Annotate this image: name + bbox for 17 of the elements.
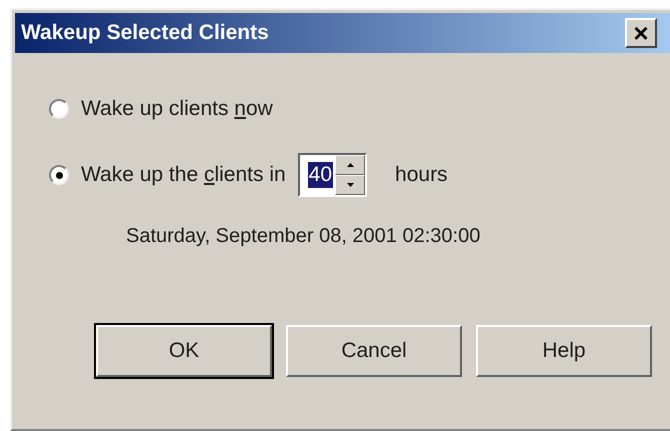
up-arrow-icon (346, 163, 354, 167)
option-label: Wake up the clients in (81, 162, 286, 188)
dialog-button[interactable]: Help (476, 325, 652, 377)
hours-spinner[interactable]: 40 (298, 153, 368, 197)
spin-down-button[interactable] (335, 175, 366, 195)
hours-value: 40 (308, 162, 334, 188)
radio-button[interactable] (49, 165, 69, 185)
close-button[interactable]: × (625, 18, 657, 48)
option-label: Wake up clients now (81, 96, 273, 122)
dialog-button[interactable]: Cancel (286, 325, 462, 377)
wakeup-date: Saturday, September 08, 2001 02:30:00 (126, 224, 482, 249)
unit-label: hours (395, 162, 448, 188)
spin-up-button[interactable] (335, 155, 366, 175)
radio-button[interactable] (49, 99, 69, 119)
dialog-button[interactable]: OK (96, 325, 272, 377)
down-arrow-icon (346, 183, 354, 187)
window-title: Wakeup Selected Clients (21, 20, 270, 46)
